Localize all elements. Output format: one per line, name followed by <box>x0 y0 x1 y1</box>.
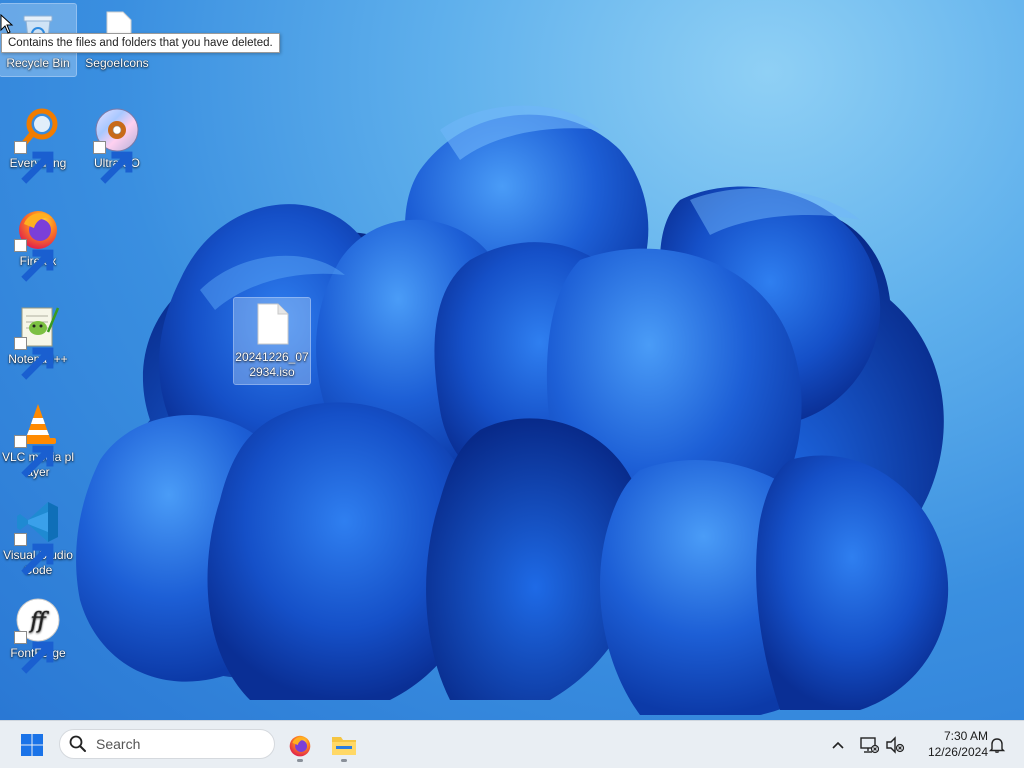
tray-overflow-chevron[interactable] <box>826 733 850 757</box>
recycle-bin-tooltip: Contains the files and folders that you … <box>1 33 280 53</box>
folder-icon <box>332 737 356 755</box>
taskbar-app-file-explorer[interactable] <box>326 727 362 763</box>
notepadpp-shortcut[interactable]: Notepad++ <box>0 300 76 380</box>
taskbar-search-box[interactable] <box>59 729 275 759</box>
vlc-shortcut[interactable]: VLC media player <box>0 398 76 480</box>
fontforge-shortcut[interactable]: ff FontForge <box>0 594 76 674</box>
tray-volume[interactable] <box>883 733 907 757</box>
clock-time: 7:30 AM <box>943 729 988 743</box>
iso-file-icon <box>248 300 296 348</box>
firefox-icon <box>14 204 62 282</box>
bell-icon <box>988 738 1006 753</box>
everything-shortcut[interactable]: Everything <box>0 104 76 184</box>
shortcut-arrow-icon <box>14 631 54 674</box>
firefox-shortcut[interactable]: Firefox <box>0 202 76 282</box>
notepad-plus-plus-icon <box>14 302 62 380</box>
taskbar-app-firefox[interactable] <box>282 727 318 763</box>
shortcut-arrow-icon <box>14 239 54 282</box>
ultraiso-shortcut[interactable]: UltraISO <box>79 104 155 184</box>
windows-logo-icon <box>21 734 43 756</box>
search-icon <box>69 735 86 752</box>
running-indicator <box>297 759 303 762</box>
desktop[interactable]: Recycle Bin SegoeIcons Everything UltraI… <box>0 0 1024 720</box>
shortcut-arrow-icon <box>14 533 54 576</box>
running-indicator <box>341 759 347 762</box>
taskbar: 7:30 AM 12/26/2024 <box>0 720 1024 768</box>
shortcut-arrow-icon <box>14 337 54 380</box>
clock-date: 12/26/2024 <box>927 745 988 759</box>
shortcut-arrow-icon <box>93 141 133 184</box>
disc-icon <box>93 106 141 184</box>
search-input[interactable] <box>94 735 268 753</box>
everything-search-icon <box>14 106 62 184</box>
iso-file-label: 20241226_072934.iso <box>235 350 309 379</box>
shortcut-arrow-icon <box>14 435 54 478</box>
firefox-icon <box>289 735 311 757</box>
notifications-button[interactable] <box>985 733 1009 757</box>
shortcut-arrow-icon <box>14 141 54 184</box>
start-button[interactable] <box>14 729 50 761</box>
vscode-shortcut[interactable]: Visual Studio Code <box>0 496 76 578</box>
network-disconnected-icon <box>860 737 879 754</box>
mouse-pointer-icon <box>0 14 14 34</box>
tray-network[interactable] <box>857 733 881 757</box>
vscode-icon <box>14 498 62 576</box>
taskbar-clock[interactable]: 7:30 AM 12/26/2024 <box>912 728 988 760</box>
segoeicons-label: SegoeIcons <box>85 56 149 70</box>
speaker-muted-icon <box>886 736 905 754</box>
iso-file[interactable]: 20241226_072934.iso <box>233 297 311 385</box>
recycle-bin-label: Recycle Bin <box>6 56 70 70</box>
chevron-up-icon <box>832 741 844 749</box>
vlc-cone-icon <box>14 400 62 478</box>
fontforge-icon: ff <box>14 596 62 674</box>
